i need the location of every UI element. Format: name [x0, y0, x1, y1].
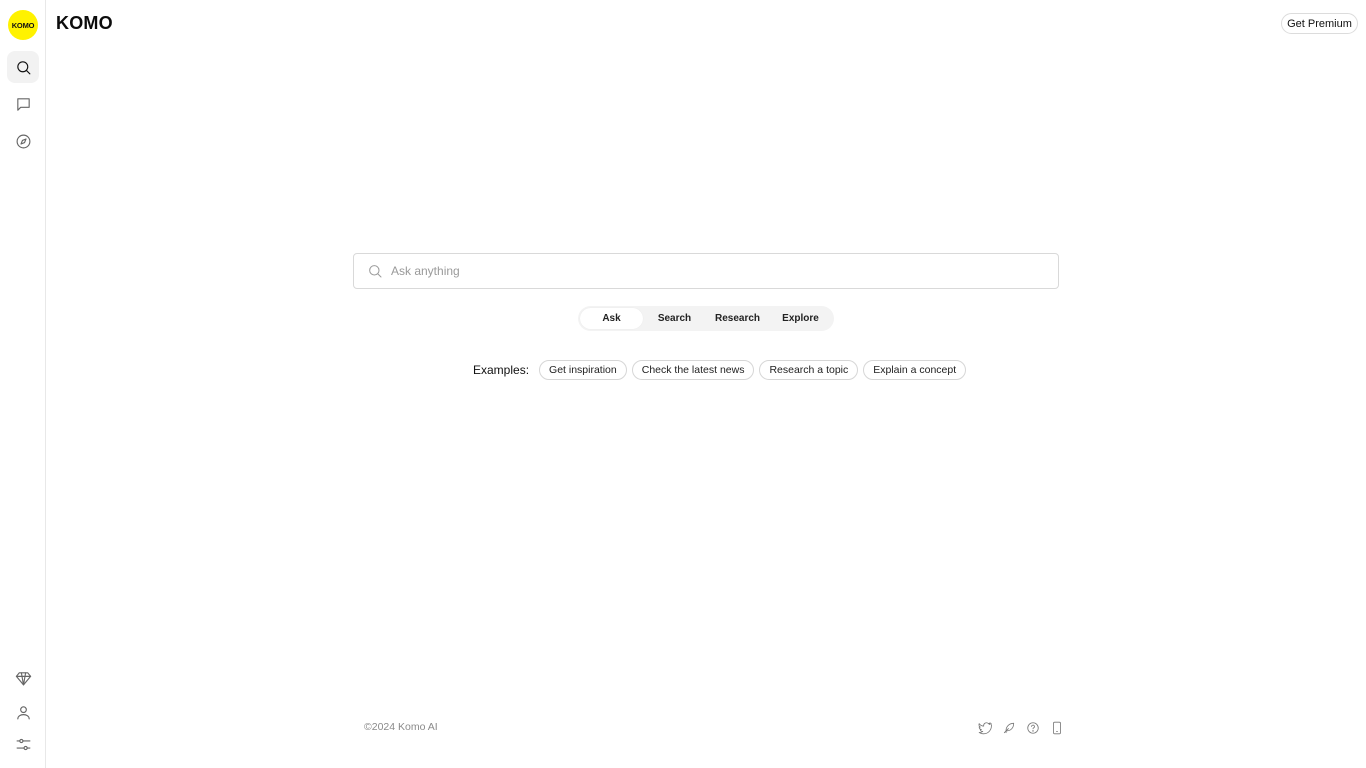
sidebar-premium-button[interactable] — [7, 662, 39, 694]
diamond-icon — [15, 671, 31, 685]
tab-search[interactable]: Search — [643, 308, 706, 329]
user-icon — [16, 705, 30, 719]
komo-logo[interactable]: KOMO — [8, 10, 38, 40]
examples-label: Examples: — [473, 363, 530, 377]
get-premium-button[interactable]: Get Premium — [1281, 13, 1358, 34]
search-icon — [367, 263, 383, 279]
search-input[interactable] — [391, 264, 1031, 278]
help-icon[interactable] — [1024, 719, 1042, 737]
tab-explore[interactable]: Explore — [769, 308, 832, 329]
example-chip-inspiration[interactable]: Get inspiration — [539, 360, 627, 380]
sidebar-profile-button[interactable] — [7, 696, 39, 728]
example-chip-explain[interactable]: Explain a concept — [863, 360, 967, 380]
mobile-icon[interactable] — [1048, 719, 1066, 737]
sidebar-settings-button[interactable] — [7, 728, 39, 760]
example-chip-research[interactable]: Research a topic — [759, 360, 859, 380]
sidebar: KOMO — [0, 0, 46, 768]
search-icon — [16, 60, 30, 74]
chat-icon — [16, 97, 30, 111]
brand-name: KOMO — [56, 13, 113, 33]
sidebar-explore-button[interactable] — [7, 125, 39, 157]
copyright-text: ©2024 Komo AI — [364, 721, 438, 733]
footer-links — [976, 719, 1072, 737]
settings-sliders-icon — [16, 738, 30, 750]
mode-tabs: Ask Search Research Explore — [578, 306, 834, 331]
tab-research[interactable]: Research — [706, 308, 769, 329]
examples-row: Examples: Get inspiration Check the late… — [473, 360, 971, 380]
example-chip-news[interactable]: Check the latest news — [631, 360, 755, 380]
search-bar[interactable] — [353, 253, 1059, 289]
feather-icon[interactable] — [1000, 719, 1018, 737]
twitter-icon[interactable] — [976, 719, 994, 737]
compass-icon — [16, 134, 30, 148]
tab-ask[interactable]: Ask — [580, 308, 643, 329]
sidebar-search-button[interactable] — [7, 51, 39, 83]
sidebar-chat-button[interactable] — [7, 88, 39, 120]
